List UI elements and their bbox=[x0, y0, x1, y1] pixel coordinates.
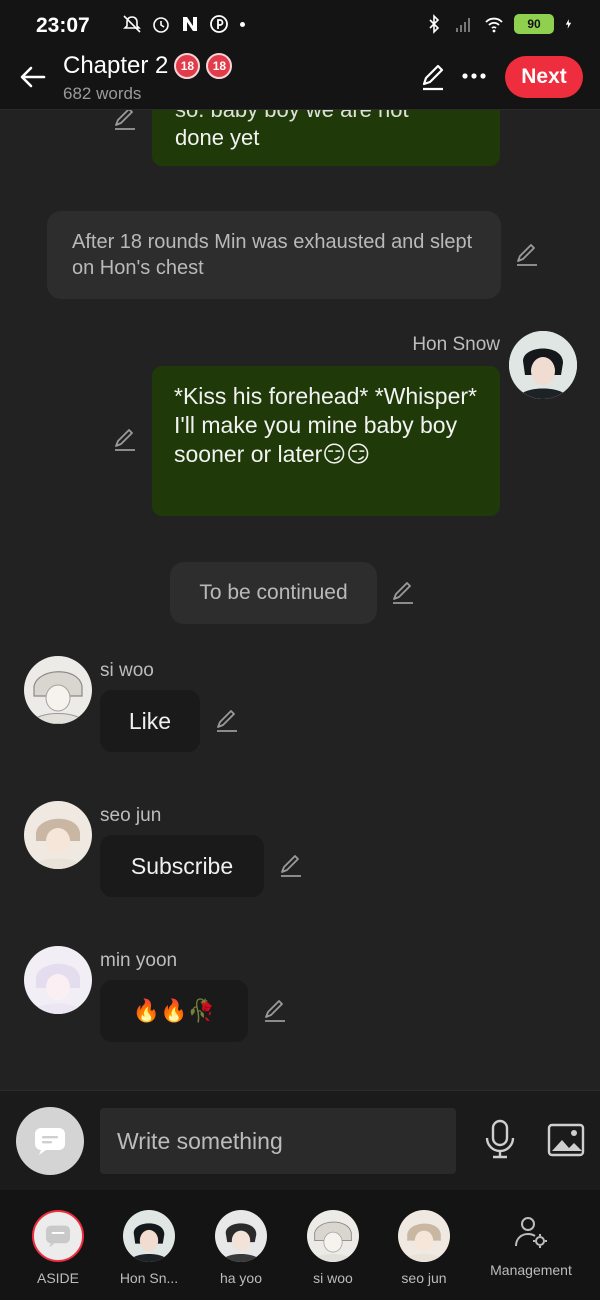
portrait-icon bbox=[398, 1210, 450, 1262]
edit-message-icon[interactable] bbox=[112, 427, 138, 453]
status-bar: 23:07 90 bbox=[0, 0, 600, 52]
edit-message-icon[interactable] bbox=[514, 242, 540, 268]
word-count: 682 words bbox=[63, 84, 142, 103]
message-text: Subscribe bbox=[130, 852, 234, 879]
portrait-icon bbox=[307, 1210, 359, 1262]
message-bubble[interactable]: so. baby boy we are not done yet bbox=[152, 110, 500, 166]
more-options-icon[interactable] bbox=[460, 64, 488, 88]
back-arrow-icon[interactable] bbox=[16, 60, 50, 94]
character-tab-label: si woo bbox=[313, 1270, 353, 1286]
portrait-icon bbox=[215, 1210, 267, 1262]
message-bubble[interactable]: Subscribe bbox=[100, 835, 264, 897]
portrait-icon bbox=[509, 331, 577, 399]
character-tab-label: Hon Sn... bbox=[119, 1270, 179, 1286]
edit-message-icon[interactable] bbox=[278, 853, 304, 879]
status-time: 23:07 bbox=[36, 14, 90, 37]
microphone-icon[interactable] bbox=[484, 1119, 516, 1159]
min-yoon-avatar[interactable] bbox=[24, 946, 92, 1014]
edit-message-icon[interactable] bbox=[390, 580, 416, 606]
aside-toggle-button[interactable] bbox=[16, 1107, 84, 1175]
character-tab-aside[interactable]: ASIDE bbox=[12, 1210, 104, 1286]
character-tab-label: seo jun bbox=[401, 1270, 447, 1286]
aside-avatar bbox=[32, 1210, 84, 1262]
alarm-icon bbox=[153, 17, 169, 33]
character-bar: ASIDE Hon Sn... ha yoo si woo seo jun Ma… bbox=[0, 1190, 600, 1300]
character-tab-hon-snow[interactable]: Hon Sn... bbox=[103, 1210, 195, 1286]
chapter-header: Chapter 2 18 18 682 words Next bbox=[0, 52, 600, 110]
character-tab-label: ha yoo bbox=[219, 1270, 263, 1286]
chapter-title: Chapter 2 18 18 bbox=[63, 52, 233, 80]
seo-jun-avatar[interactable] bbox=[24, 801, 92, 869]
chapter-title-text: Chapter 2 bbox=[63, 52, 169, 79]
speech-bubble-icon bbox=[46, 1225, 70, 1248]
message-bubble[interactable]: 🔥🔥🥀 bbox=[100, 980, 248, 1042]
message-bubble[interactable]: Like bbox=[100, 690, 200, 752]
hon-snow-avatar[interactable] bbox=[509, 331, 577, 399]
charging-icon bbox=[565, 19, 572, 29]
message-text-partial: so. baby boy we are not bbox=[175, 110, 409, 124]
wifi-icon bbox=[485, 17, 503, 33]
speech-bubble-icon bbox=[35, 1128, 65, 1155]
management-label: Management bbox=[490, 1262, 572, 1278]
narration-bubble[interactable]: After 18 rounds Min was exhausted and sl… bbox=[47, 211, 501, 299]
character-tab-seo-jun[interactable]: seo jun bbox=[378, 1210, 470, 1286]
sender-name: min yoon bbox=[100, 950, 178, 971]
portrait-icon bbox=[24, 801, 92, 869]
si-woo-avatar bbox=[307, 1210, 359, 1262]
narration-text: To be continued bbox=[199, 581, 348, 604]
message-text: done yet bbox=[175, 125, 260, 150]
message-text: 🔥🔥🥀 bbox=[132, 998, 216, 1023]
sender-name: si woo bbox=[100, 660, 154, 681]
n-app-icon bbox=[183, 17, 197, 31]
hon-snow-avatar bbox=[123, 1210, 175, 1262]
character-tab-label: ASIDE bbox=[36, 1270, 79, 1286]
portrait-icon bbox=[24, 656, 92, 724]
message-text: *Kiss his forehead* *Whisper* I'll make … bbox=[174, 383, 477, 467]
signal-icon bbox=[456, 18, 470, 32]
user-settings-icon bbox=[515, 1217, 547, 1248]
edit-message-icon[interactable] bbox=[262, 998, 288, 1024]
narration-text: After 18 rounds Min was exhausted and sl… bbox=[72, 231, 473, 279]
message-input[interactable]: Write something bbox=[100, 1108, 456, 1174]
narration-bubble[interactable]: To be continued bbox=[170, 562, 377, 624]
ha-yoo-avatar bbox=[215, 1210, 267, 1262]
battery-indicator: 90 bbox=[514, 14, 554, 34]
age-rating-badge: 18 bbox=[174, 53, 201, 79]
pinterest-icon bbox=[210, 15, 228, 33]
age-rating-badge: 18 bbox=[206, 53, 233, 79]
seo-jun-avatar bbox=[398, 1210, 450, 1262]
sender-name: Hon Snow bbox=[412, 334, 500, 355]
pencil-icon[interactable] bbox=[418, 62, 448, 92]
portrait-icon bbox=[123, 1210, 175, 1262]
message-text: Like bbox=[128, 707, 172, 734]
si-woo-avatar[interactable] bbox=[24, 656, 92, 724]
character-tab-ha-yoo[interactable]: ha yoo bbox=[195, 1210, 287, 1286]
notification-dot bbox=[240, 22, 245, 27]
bluetooth-icon bbox=[429, 14, 440, 34]
sender-name: seo jun bbox=[100, 805, 162, 826]
edit-message-icon[interactable] bbox=[112, 110, 138, 132]
message-composer: Write something bbox=[0, 1090, 600, 1190]
character-tab-si-woo[interactable]: si woo bbox=[287, 1210, 379, 1286]
portrait-icon bbox=[24, 946, 92, 1014]
edit-message-icon[interactable] bbox=[214, 708, 240, 734]
bell-off-icon bbox=[123, 15, 141, 33]
management-tab[interactable]: Management bbox=[485, 1210, 577, 1278]
next-button[interactable]: Next bbox=[505, 56, 583, 98]
image-upload-icon[interactable] bbox=[547, 1123, 585, 1157]
message-bubble[interactable]: *Kiss his forehead* *Whisper* I'll make … bbox=[152, 366, 500, 516]
chat-area[interactable]: so. baby boy we are not done yet After 1… bbox=[0, 110, 600, 1090]
